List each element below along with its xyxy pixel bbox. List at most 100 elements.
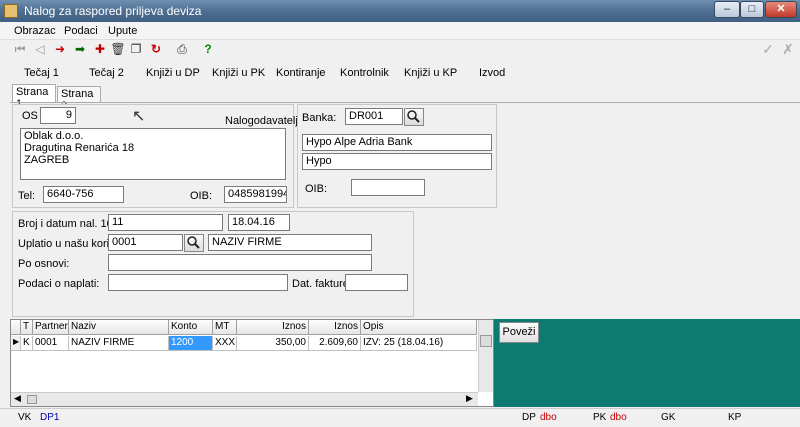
izvod-button[interactable]: Izvod — [479, 67, 505, 79]
knjizi-dp-button[interactable]: Knjiži u DP — [146, 67, 200, 79]
uplatio-label: Uplatio u našu korist: — [18, 238, 121, 250]
uplatio-name-field[interactable]: NAZIV FIRME — [208, 234, 372, 251]
cell-partner[interactable]: 0001 — [33, 336, 69, 351]
next-icon[interactable]: ➜ — [52, 42, 68, 56]
status-dp-value: dbo — [540, 412, 557, 423]
cell-iznos-2[interactable]: 2.609,60 — [309, 336, 361, 351]
uplatio-code-field[interactable]: 0001 — [108, 234, 183, 251]
scroll-left-icon[interactable]: ◀ — [14, 393, 21, 404]
banka-code-field[interactable]: DR001 — [345, 108, 403, 125]
address-line-1: Oblak d.o.o. — [24, 130, 84, 142]
grid-corner — [11, 320, 21, 335]
menu-bar: Obrazac Podaci Upute — [0, 22, 800, 40]
podaci-naplati-field[interactable] — [108, 274, 288, 291]
first-icon[interactable]: ⏮ — [12, 42, 28, 56]
banka-oib-label: OIB: — [305, 183, 328, 195]
povezi-button[interactable]: Poveži — [499, 322, 539, 343]
address-line-3: ZAGREB — [24, 154, 70, 166]
status-pk-value: dbo — [610, 412, 627, 423]
title-bar: Nalog za raspored priljeva deviza – □ ✕ — [0, 0, 800, 22]
status-pk-label: PK — [593, 412, 607, 423]
nalogodavatelj-label: Nalogodavatelj: — [225, 115, 301, 127]
povezi-panel: Poveži — [494, 319, 800, 407]
dat-fakture-label: Dat. fakture: — [292, 278, 352, 290]
banka-search-button[interactable] — [404, 108, 424, 126]
banka-label: Banka: — [302, 112, 337, 124]
cell-t[interactable]: K — [21, 336, 33, 351]
mouse-cursor-icon: ↖ — [132, 108, 146, 125]
maximize-button[interactable]: □ — [740, 1, 764, 18]
grid-header-naziv[interactable]: Naziv — [69, 320, 169, 335]
po-osnovi-field[interactable] — [108, 254, 372, 271]
close-button[interactable]: ✕ — [765, 1, 797, 18]
grid-header-mt[interactable]: MT — [213, 320, 237, 335]
po-osnovi-label: Po osnovi: — [18, 258, 70, 270]
row-pointer-icon: ▶ — [11, 336, 21, 351]
tab-strana-2[interactable]: Strana 2 — [57, 86, 101, 112]
tecaj2-button[interactable]: Tečaj 2 — [89, 67, 124, 79]
app-icon — [4, 4, 18, 18]
delete-icon[interactable]: 🗑 — [110, 42, 126, 56]
vertical-scrollbar[interactable] — [478, 320, 493, 392]
uplatio-search-button[interactable] — [184, 234, 204, 252]
menu-podaci[interactable]: Podaci — [64, 25, 98, 37]
menu-obrazac[interactable]: Obrazac — [14, 25, 56, 37]
toolbar: ⏮ ◁ ➜ ➡ ✚ 🗑 ❐ ↻ ⎙ ? ✓ ✗ — [0, 40, 800, 60]
grid-header-iznos-2[interactable]: Iznos — [309, 320, 361, 335]
grid-header-opis[interactable]: Opis — [361, 320, 477, 335]
status-vk: VK — [18, 412, 32, 423]
kontrolnik-button[interactable]: Kontrolnik — [340, 67, 389, 79]
last-icon[interactable]: ➡ — [72, 42, 88, 56]
cancel-icon[interactable]: ✗ — [780, 42, 796, 56]
os-label: OS — [22, 110, 38, 122]
search-icon — [407, 110, 420, 123]
grid-header-iznos[interactable]: Iznos — [237, 320, 309, 335]
tecaj1-button[interactable]: Tečaj 1 — [24, 67, 59, 79]
banka-name2-field[interactable]: Hypo — [302, 153, 492, 170]
banka-oib-field[interactable] — [351, 179, 425, 196]
stavke-grid[interactable]: T Partner Naziv Konto MT Iznos Iznos Opi… — [10, 319, 494, 407]
oib-field[interactable]: 04859819943 — [224, 186, 287, 203]
confirm-icon[interactable]: ✓ — [760, 42, 776, 56]
os-field[interactable]: 9 — [40, 107, 76, 124]
tel-field[interactable]: 6640-756 — [43, 186, 124, 203]
refresh-icon[interactable]: ↻ — [148, 42, 164, 56]
tab-strana-1[interactable]: Strana 1 — [12, 84, 56, 110]
menu-upute[interactable]: Upute — [108, 25, 137, 37]
new-icon[interactable]: ✚ — [92, 42, 108, 56]
cell-konto[interactable]: 1200 — [169, 336, 213, 351]
broj-label: Broj i datum nal. 10: — [18, 218, 116, 230]
nalogodavatelj-address[interactable]: Oblak d.o.o. Dragutina Renarića 18 ZAGRE… — [20, 128, 286, 180]
knjizi-pk-button[interactable]: Knjiži u PK — [212, 67, 265, 79]
horizontal-scroll-thumb[interactable] — [27, 395, 37, 404]
grid-header-konto[interactable]: Konto — [169, 320, 213, 335]
cell-opis[interactable]: IZV: 25 (18.04.16) — [361, 336, 477, 351]
scroll-right-icon[interactable]: ▶ — [466, 393, 473, 404]
cell-iznos[interactable]: 350,00 — [237, 336, 309, 351]
cell-naziv[interactable]: NAZIV FIRME — [69, 336, 169, 351]
horizontal-scrollbar[interactable]: ◀ ▶ — [11, 392, 478, 406]
knjizi-kp-button[interactable]: Knjiži u KP — [404, 67, 457, 79]
copy-icon[interactable]: ❐ — [128, 42, 144, 56]
print-icon[interactable]: ⎙ — [174, 42, 190, 56]
vertical-scroll-thumb[interactable] — [480, 335, 492, 347]
tel-label: Tel: — [18, 190, 36, 202]
status-bar: VK DP1 DP dbo PK dbo GK KP — [0, 408, 800, 427]
grid-header-t[interactable]: T — [21, 320, 33, 335]
help-icon[interactable]: ? — [200, 42, 216, 56]
grid-header-partner[interactable]: Partner — [33, 320, 69, 335]
status-gk-label: GK — [661, 412, 676, 423]
cell-mt[interactable]: XXX — [213, 336, 237, 351]
status-dp1: DP1 — [40, 412, 60, 423]
datum-field[interactable]: 18.04.16 — [228, 214, 290, 231]
tab-divider — [10, 102, 800, 103]
kontiranje-button[interactable]: Kontiranje — [276, 67, 326, 79]
broj-field[interactable]: 11 — [108, 214, 223, 231]
podaci-naplati-label: Podaci o naplati: — [18, 278, 100, 290]
banka-name1-field[interactable]: Hypo Alpe Adria Bank — [302, 134, 492, 151]
minimize-button[interactable]: – — [714, 1, 740, 18]
status-dp-label: DP — [522, 412, 536, 423]
address-line-2: Dragutina Renarića 18 — [24, 142, 135, 154]
prev-icon[interactable]: ◁ — [32, 42, 48, 56]
dat-fakture-field[interactable] — [345, 274, 408, 291]
